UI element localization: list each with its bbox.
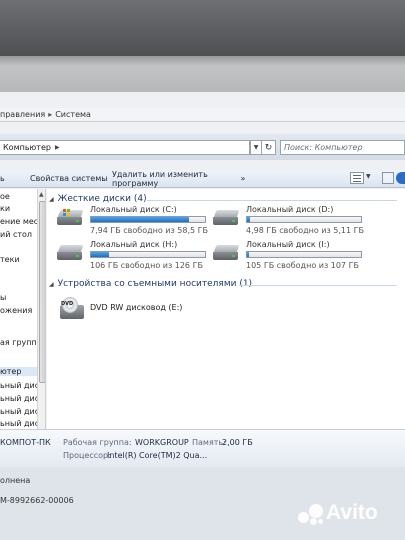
command-bar: ь Свойства системы Удалить или изменить … (0, 170, 405, 188)
hard-drive-icon (57, 209, 84, 225)
monitor-top-rim (0, 0, 405, 56)
usage-bar (90, 216, 206, 223)
drive-tile[interactable]: Локальный диск (D:) 4,98 ГБ свободно из … (213, 205, 373, 239)
breadcrumb-separator-icon: ▸ (48, 110, 53, 119)
group-divider (147, 200, 397, 201)
control-panel-breadcrumb: правления ▸ Система (0, 108, 405, 122)
memory-value: 2,00 ГБ (222, 438, 253, 447)
collapse-icon[interactable]: ◢ (49, 196, 54, 203)
drive-free-space: 4,98 ГБ свободно из 5,11 ГБ (246, 226, 365, 235)
workgroup-value: WORKGROUP (135, 438, 189, 447)
memory-label: Память: (192, 438, 226, 447)
navigation-pane: ое ки ение места ий стол теки ы ожения а… (0, 189, 46, 429)
uninstall-program-button[interactable]: Удалить или изменить программу (108, 170, 236, 188)
usage-bar (246, 216, 362, 223)
avito-wordmark: Avito (326, 501, 378, 524)
dvd-drive-icon: DVD (57, 297, 84, 321)
drive-name: Локальный диск (D:) (246, 205, 334, 214)
computer-name: КОМПОТ-ПК (0, 438, 51, 447)
usage-bar-fill (91, 252, 110, 257)
drive-name: Локальный диск (I:) (246, 240, 330, 249)
cpu-label: Процессор: (63, 451, 111, 460)
change-view-icon[interactable] (350, 172, 364, 184)
monitor-inner-edge (0, 56, 405, 66)
search-input[interactable]: Поиск: Компьютер (280, 140, 405, 155)
nav-item-homegroup[interactable]: ая группа (0, 338, 42, 347)
address-dropdown-icon[interactable]: ▼ (250, 140, 262, 155)
drive-name: Локальный диск (C:) (90, 205, 177, 214)
system-properties-button[interactable]: Свойства системы (26, 174, 108, 183)
removable-group-title: Устройства со съемными носителями (1) (57, 279, 253, 289)
more-commands-button[interactable]: » (236, 174, 250, 183)
avito-logo-icon (298, 504, 324, 526)
dvd-drive-tile[interactable]: DVD DVD RW дисковод (E:) (57, 297, 257, 327)
address-field[interactable]: Компьютер ▶ (0, 140, 250, 155)
explorer-window: правления ▸ Система Компьютер ▶ ▼ ↻ Поис… (0, 92, 405, 540)
product-id: M-8992662-00006 (0, 496, 74, 505)
cpu-value: Intel(R) Core(TM)2 Qua... (107, 451, 208, 460)
hard-drive-icon (213, 245, 240, 260)
nav-item[interactable]: ки (0, 204, 10, 213)
drive-tile[interactable]: Локальный диск (C:) 7,94 ГБ свободно из … (57, 205, 217, 239)
refresh-icon[interactable]: ↻ (262, 140, 276, 155)
drive-name: Локальный диск (H:) (90, 240, 178, 249)
drive-free-space: 106 ГБ свободно из 126 ГБ (90, 261, 203, 270)
usage-bar-fill (247, 217, 251, 222)
collapse-icon[interactable]: ◢ (49, 281, 54, 288)
usage-bar (246, 251, 362, 258)
dvd-badge: DVD (61, 301, 74, 307)
hard-disks-group-title: Жесткие диски (4) (57, 194, 147, 204)
drive-free-space: 7,94 ГБ свободно из 58,5 ГБ (90, 226, 209, 235)
workgroup-label: Рабочая группа: (63, 438, 132, 447)
address-bar-row: Компьютер ▶ ▼ ↻ Поиск: Компьютер (0, 134, 405, 160)
nav-item[interactable]: ы (0, 293, 6, 302)
drive-tile[interactable]: Локальный диск (H:) 106 ГБ свободно из 1… (57, 240, 217, 274)
breadcrumb-part-1[interactable]: правления (0, 110, 45, 119)
hard-drive-icon (213, 210, 240, 225)
scroll-up-icon[interactable]: ▲ (39, 191, 44, 198)
breadcrumb-part-2[interactable]: Система (55, 110, 91, 119)
preview-pane-icon[interactable] (382, 172, 394, 184)
monitor-bezel (0, 0, 405, 92)
removable-group-header[interactable]: ◢ Устройства со съемными носителями (1) (49, 279, 252, 289)
nav-scrollbar-thumb[interactable] (39, 201, 45, 383)
hard-drive-icon (57, 245, 84, 260)
toolbar-organize-fragment[interactable]: ь (0, 174, 26, 183)
nav-item[interactable]: теки (0, 255, 20, 264)
nav-item[interactable]: ожения (0, 306, 32, 315)
help-icon[interactable] (396, 172, 405, 184)
nav-scrollbar[interactable]: ▲ (37, 189, 45, 429)
avito-watermark: Avito (298, 501, 398, 527)
group-divider (239, 285, 397, 286)
windows-logo-icon (63, 209, 71, 217)
view-dropdown-icon[interactable]: ▼ (366, 173, 371, 180)
nav-item[interactable]: ий стол (0, 230, 32, 239)
drive-tile[interactable]: Локальный диск (I:) 105 ГБ свободно из 1… (213, 240, 373, 274)
activation-status: олнена (0, 476, 31, 485)
hard-disks-group-header[interactable]: ◢ Жесткие диски (4) (49, 194, 147, 204)
search-placeholder: Поиск: Компьютер (284, 143, 363, 152)
address-chevron-icon[interactable]: ▶ (55, 144, 60, 151)
usage-bar-fill (91, 217, 190, 222)
address-path: Компьютер (3, 143, 51, 152)
file-list-pane: ◢ Жесткие диски (4) Локальный диск (C:) 7… (47, 189, 405, 429)
usage-bar (90, 251, 206, 258)
dvd-drive-name: DVD RW дисковод (E:) (90, 303, 183, 312)
details-pane: КОМПОТ-ПК Рабочая группа: WORKGROUP Памя… (0, 429, 405, 467)
drive-free-space: 105 ГБ свободно из 107 ГБ (246, 261, 359, 270)
usage-bar-fill (247, 252, 250, 257)
nav-item[interactable]: ое (0, 192, 10, 201)
